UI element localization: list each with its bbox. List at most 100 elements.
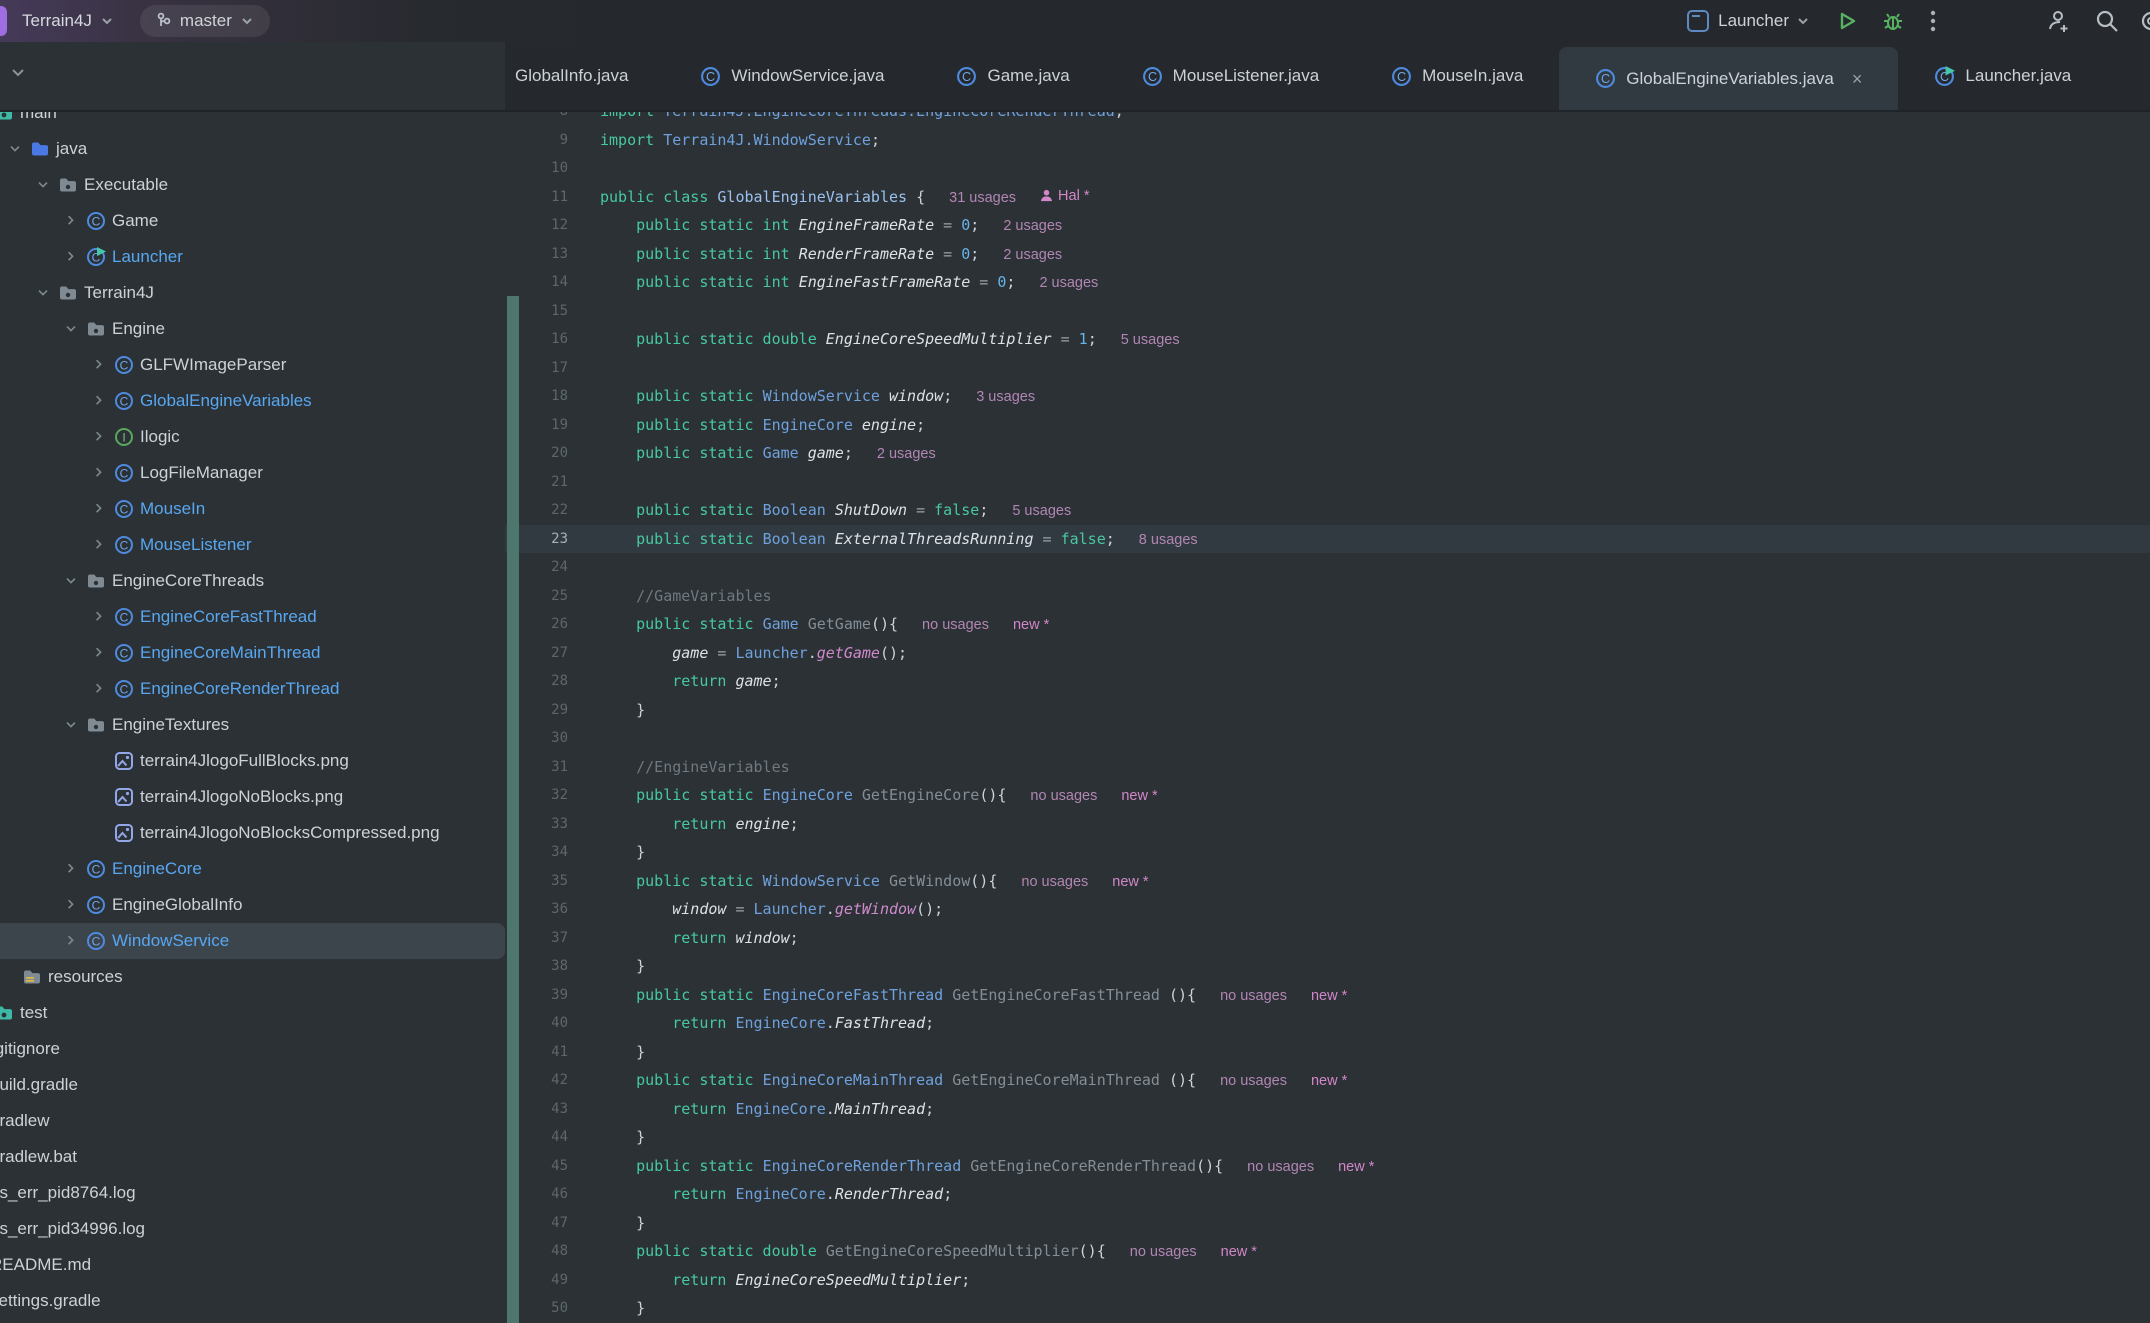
code-line-41[interactable]: 41 } <box>505 1038 2150 1067</box>
tree-item-mouselistener[interactable]: CMouseListener <box>0 527 505 563</box>
tree-item-hs-err-pid34996-log[interactable]: hs_err_pid34996.log <box>0 1211 505 1247</box>
tree-item-java[interactable]: java <box>0 131 505 167</box>
code-line-18[interactable]: 18 public static WindowService window;3 … <box>505 382 2150 411</box>
tree-item-terrain4jlogofullblocks-png[interactable]: terrain4JlogoFullBlocks.png <box>0 743 505 779</box>
tree-item-enginecorerenderthread[interactable]: CEngineCoreRenderThread <box>0 671 505 707</box>
tree-item-game[interactable]: CGame <box>0 203 505 239</box>
chevron-down-icon[interactable] <box>60 573 82 589</box>
tree-item-enginecore[interactable]: CEngineCore <box>0 851 505 887</box>
code-line-37[interactable]: 37 return window; <box>505 924 2150 953</box>
code-line-25[interactable]: 25 //GameVariables <box>505 582 2150 611</box>
tree-root-collapse-chevron[interactable] <box>10 64 26 80</box>
chevron-right-icon[interactable] <box>60 861 82 877</box>
chevron-down-icon[interactable] <box>60 321 82 337</box>
code-with-me-add-user-icon[interactable] <box>2046 8 2072 34</box>
editor-pane[interactable]: 8import Terrain4J.EngineCoreThreads.Engi… <box>505 42 2150 1323</box>
tree-item-enginecoremainthread[interactable]: CEngineCoreMainThread <box>0 635 505 671</box>
tree-item-settings-gradle[interactable]: settings.gradle <box>0 1283 505 1319</box>
tree-item-logfilemanager[interactable]: CLogFileManager <box>0 455 505 491</box>
code-line-34[interactable]: 34 } <box>505 838 2150 867</box>
tree-item--gitignore[interactable]: .gitignore <box>0 1031 505 1067</box>
tree-item-mousein[interactable]: CMouseIn <box>0 491 505 527</box>
code-line-47[interactable]: 47 } <box>505 1209 2150 1238</box>
code-line-43[interactable]: 43 return EngineCore.MainThread; <box>505 1095 2150 1124</box>
code-line-28[interactable]: 28 return game; <box>505 667 2150 696</box>
tree-item-launcher[interactable]: CLauncher <box>0 239 505 275</box>
tree-item-terrain4jlogonoblockscompressed-png[interactable]: terrain4JlogoNoBlocksCompressed.png <box>0 815 505 851</box>
code-line-45[interactable]: 45 public static EngineCoreRenderThread … <box>505 1152 2150 1181</box>
tree-item-test[interactable]: test <box>0 995 505 1031</box>
chevron-down-icon[interactable] <box>32 285 54 301</box>
chevron-down-icon[interactable] <box>1796 14 1810 28</box>
chevron-right-icon[interactable] <box>88 501 110 517</box>
chevron-down-icon[interactable] <box>32 177 54 193</box>
tree-item-gradlew-bat[interactable]: gradlew.bat <box>0 1139 505 1175</box>
tree-item-engine[interactable]: Engine <box>0 311 505 347</box>
chevron-right-icon[interactable] <box>88 465 110 481</box>
run-button[interactable] <box>1836 10 1858 32</box>
editor-tab-GlobalInfo-java[interactable]: GlobalInfo.java <box>505 42 664 110</box>
run-config-name[interactable]: Launcher <box>1718 11 1789 31</box>
code-line-9[interactable]: 9import Terrain4J.WindowService; <box>505 126 2150 155</box>
code-line-31[interactable]: 31 //EngineVariables <box>505 753 2150 782</box>
code-line-46[interactable]: 46 return EngineCore.RenderThread; <box>505 1180 2150 1209</box>
chevron-down-icon[interactable] <box>4 141 26 157</box>
chevron-right-icon[interactable] <box>60 897 82 913</box>
tree-item-windowservice[interactable]: CWindowService <box>0 923 505 959</box>
tree-item-enginetextures[interactable]: EngineTextures <box>0 707 505 743</box>
tree-item-glfwimageparser[interactable]: CGLFWImageParser <box>0 347 505 383</box>
chevron-right-icon[interactable] <box>60 933 82 949</box>
code-line-12[interactable]: 12 public static int EngineFrameRate = 0… <box>505 211 2150 240</box>
chevron-right-icon[interactable] <box>88 645 110 661</box>
code-line-38[interactable]: 38 } <box>505 952 2150 981</box>
chevron-right-icon[interactable] <box>88 609 110 625</box>
code-line-16[interactable]: 16 public static double EngineCoreSpeedM… <box>505 325 2150 354</box>
chevron-right-icon[interactable] <box>88 681 110 697</box>
code-line-11[interactable]: 11public class GlobalEngineVariables {31… <box>505 183 2150 212</box>
tree-item-ilogic[interactable]: IIlogic <box>0 419 505 455</box>
tree-item-terrain4j[interactable]: Terrain4J <box>0 275 505 311</box>
chevron-right-icon[interactable] <box>88 357 110 373</box>
code-line-44[interactable]: 44 } <box>505 1123 2150 1152</box>
code-line-17[interactable]: 17 <box>505 354 2150 383</box>
code-line-29[interactable]: 29 } <box>505 696 2150 725</box>
more-kebab-icon[interactable] <box>1930 9 1936 33</box>
code-line-21[interactable]: 21 <box>505 468 2150 497</box>
code-line-19[interactable]: 19 public static EngineCore engine; <box>505 411 2150 440</box>
tree-item-engineglobalinfo[interactable]: CEngineGlobalInfo <box>0 887 505 923</box>
code-area[interactable]: 8import Terrain4J.EngineCoreThreads.Engi… <box>505 97 2150 1323</box>
app-logo-sliver[interactable] <box>0 6 7 36</box>
editor-tab-Game-java[interactable]: CGame.java <box>920 42 1105 110</box>
vcs-added-lines-bar[interactable] <box>507 296 519 1323</box>
close-icon[interactable]: × <box>1852 70 1863 88</box>
tree-item-enginecorethreads[interactable]: EngineCoreThreads <box>0 563 505 599</box>
code-line-39[interactable]: 39 public static EngineCoreFastThread Ge… <box>505 981 2150 1010</box>
code-line-35[interactable]: 35 public static WindowService GetWindow… <box>505 867 2150 896</box>
code-line-14[interactable]: 14 public static int EngineFastFrameRate… <box>505 268 2150 297</box>
code-line-22[interactable]: 22 public static Boolean ShutDown = fals… <box>505 496 2150 525</box>
code-line-26[interactable]: 26 public static Game GetGame(){no usage… <box>505 610 2150 639</box>
code-line-24[interactable]: 24 <box>505 553 2150 582</box>
code-line-32[interactable]: 32 public static EngineCore GetEngineCor… <box>505 781 2150 810</box>
editor-tab-MouseIn-java[interactable]: CMouseIn.java <box>1355 42 1559 110</box>
tree-item-gradlew[interactable]: gradlew <box>0 1103 505 1139</box>
code-line-49[interactable]: 49 return EngineCoreSpeedMultiplier; <box>505 1266 2150 1295</box>
project-widget-button[interactable]: Terrain4J <box>22 11 114 31</box>
code-line-27[interactable]: 27 game = Launcher.getGame(); <box>505 639 2150 668</box>
tree-item-terrain4jlogonoblocks-png[interactable]: terrain4JlogoNoBlocks.png <box>0 779 505 815</box>
code-line-10[interactable]: 10 <box>505 154 2150 183</box>
chevron-right-icon[interactable] <box>60 249 82 265</box>
code-line-33[interactable]: 33 return engine; <box>505 810 2150 839</box>
debug-button[interactable] <box>1882 10 1904 32</box>
tree-item-resources[interactable]: resources <box>0 959 505 995</box>
code-line-40[interactable]: 40 return EngineCore.FastThread; <box>505 1009 2150 1038</box>
code-line-20[interactable]: 20 public static Game game;2 usages <box>505 439 2150 468</box>
chevron-down-icon[interactable] <box>60 717 82 733</box>
tree-item-hs-err-pid8764-log[interactable]: hs_err_pid8764.log <box>0 1175 505 1211</box>
tree-item-enginecorefastthread[interactable]: CEngineCoreFastThread <box>0 599 505 635</box>
git-branch-button[interactable]: master <box>140 5 270 37</box>
tree-item-readme-md[interactable]: README.md <box>0 1247 505 1283</box>
editor-tab-GlobalEngineVariables-java[interactable]: CGlobalEngineVariables.java× <box>1559 47 1898 110</box>
chevron-right-icon[interactable] <box>88 537 110 553</box>
tree-item-globalenginevariables[interactable]: CGlobalEngineVariables <box>0 383 505 419</box>
